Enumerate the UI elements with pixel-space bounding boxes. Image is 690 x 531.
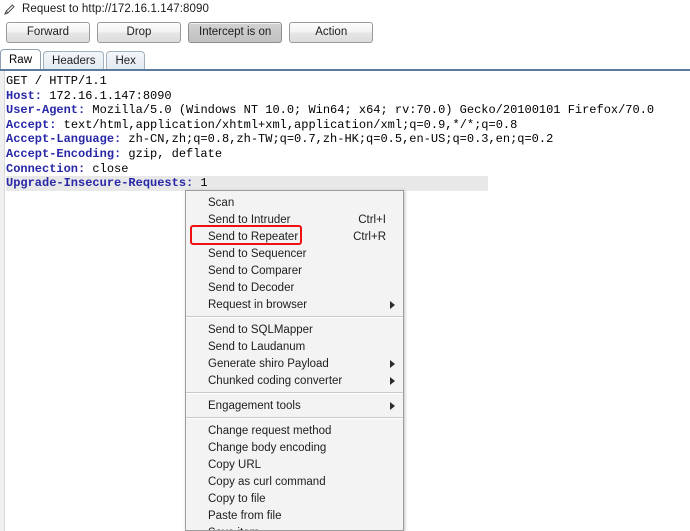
pencil-icon: [3, 3, 16, 16]
menu-item-label: Send to Decoder: [208, 281, 295, 294]
menu-item-label: Paste from file: [208, 509, 282, 522]
menu-item-label: Send to Sequencer: [208, 247, 307, 260]
request-header-line: Upgrade-Insecure-Requests: 1: [6, 176, 488, 191]
menu-item-label: Send to Comparer: [208, 264, 302, 277]
menu-item-label: Copy as curl command: [208, 475, 326, 488]
menu-item-label: Save item: [208, 527, 395, 531]
tab-raw[interactable]: Raw: [0, 49, 42, 70]
menu-item-send-to-decoder[interactable]: Send to Decoder: [186, 279, 403, 296]
request-header-line: Accept: text/html,application/xhtml+xml,…: [6, 118, 654, 133]
menu-item-generate-shiro-payload[interactable]: Generate shiro Payload: [186, 355, 403, 372]
message-view-tabs: Raw Headers Hex: [0, 48, 690, 70]
menu-item-label: Send to SQLMapper: [208, 323, 313, 336]
menu-item-label: Send to Repeater: [208, 230, 299, 243]
submenu-arrow-icon: [390, 300, 395, 309]
tab-hex[interactable]: Hex: [106, 51, 145, 70]
menu-item-send-to-comparer[interactable]: Send to Comparer: [186, 262, 403, 279]
menu-item-send-to-sequencer[interactable]: Send to Sequencer: [186, 245, 403, 262]
request-header-line: Accept-Language: zh-CN,zh;q=0.8,zh-TW;q=…: [6, 132, 654, 147]
window-title: Request to http://172.16.1.147:8090: [22, 3, 210, 15]
header-name: User-Agent:: [6, 103, 86, 118]
request-header-line: Connection: close: [6, 162, 654, 177]
menu-item-save-item[interactable]: Save item: [186, 524, 403, 531]
drop-button[interactable]: Drop: [97, 21, 181, 43]
header-name: Accept:: [6, 117, 57, 132]
header-value: Mozilla/5.0 (Windows NT 10.0; Win64; x64…: [85, 103, 655, 118]
editor-gutter: [0, 71, 5, 531]
menu-item-paste-from-file[interactable]: Paste from file: [186, 507, 403, 524]
request-header-line: Host: 172.16.1.147:8090: [6, 89, 654, 104]
menu-item-send-to-sqlmapper[interactable]: Send to SQLMapper: [186, 321, 403, 338]
header-value: zh-CN,zh;q=0.8,zh-TW;q=0.7,zh-HK;q=0.5,e…: [121, 132, 554, 147]
menu-item-request-in-browser[interactable]: Request in browser: [186, 296, 403, 313]
menu-item-chunked-coding-converter[interactable]: Chunked coding converter: [186, 372, 403, 389]
request-header-line: User-Agent: Mozilla/5.0 (Windows NT 10.0…: [6, 103, 654, 118]
menu-item-label: Send to Laudanum: [208, 340, 306, 353]
menu-item-copy-url[interactable]: Copy URL: [186, 456, 403, 473]
menu-item-scan[interactable]: Scan: [186, 194, 403, 211]
intercept-toolbar: Forward Drop Intercept is on Action: [0, 18, 690, 46]
menu-separator: [186, 316, 403, 318]
menu-item-label: Change body encoding: [208, 441, 327, 454]
context-menu[interactable]: Scan Send to Intruder Ctrl+I Send to Repeat…: [185, 190, 404, 531]
menu-item-engagement-tools[interactable]: Engagement tools: [186, 397, 403, 414]
menu-item-send-to-intruder[interactable]: Send to Intruder Ctrl+I: [186, 211, 403, 228]
intercept-toggle-button[interactable]: Intercept is on: [188, 21, 283, 43]
header-value: 172.16.1.147:8090: [42, 88, 172, 103]
action-button[interactable]: Action: [289, 21, 374, 43]
menu-item-label: Chunked coding converter: [208, 374, 343, 387]
header-value: 1: [193, 176, 208, 191]
submenu-arrow-icon: [390, 359, 395, 368]
menu-separator: [186, 392, 403, 394]
request-header-line: Accept-Encoding: gzip, deflate: [6, 147, 654, 162]
menu-item-label: Request in browser: [208, 298, 308, 311]
request-header-line: GET / HTTP/1.1: [6, 74, 107, 88]
menu-separator: [186, 417, 403, 419]
header-value: gzip, deflate: [121, 146, 223, 161]
menu-item-shortcut: Ctrl+I: [358, 213, 386, 226]
menu-item-label: Change request method: [208, 424, 332, 437]
header-name: Accept-Language:: [6, 132, 122, 147]
header-name: Upgrade-Insecure-Requests:: [6, 176, 194, 191]
submenu-arrow-icon: [390, 401, 395, 410]
menu-item-label: Generate shiro Payload: [208, 357, 329, 370]
menu-item-change-request-method[interactable]: Change request method: [186, 422, 403, 439]
menu-item-change-body-encoding[interactable]: Change body encoding: [186, 439, 403, 456]
menu-item-label: Copy URL: [208, 458, 262, 471]
header-name: Connection:: [6, 161, 86, 176]
menu-item-label: Engagement tools: [208, 399, 301, 412]
menu-item-shortcut: Ctrl+R: [353, 230, 386, 243]
header-name: Accept-Encoding:: [6, 146, 122, 161]
forward-button[interactable]: Forward: [6, 21, 90, 43]
menu-item-label: Send to Intruder: [208, 213, 291, 226]
menu-item-copy-to-file[interactable]: Copy to file: [186, 490, 403, 507]
menu-item-send-to-repeater[interactable]: Send to Repeater Ctrl+R: [186, 228, 403, 245]
menu-item-label: Scan: [208, 196, 235, 209]
tab-headers[interactable]: Headers: [43, 51, 105, 70]
window-titlebar: Request to http://172.16.1.147:8090: [0, 0, 690, 18]
header-name: Host:: [6, 88, 43, 103]
header-value: close: [85, 161, 129, 176]
menu-item-send-to-laudanum[interactable]: Send to Laudanum: [186, 338, 403, 355]
menu-item-label: Copy to file: [208, 492, 266, 505]
request-text[interactable]: GET / HTTP/1.1 Host: 172.16.1.147:8090 Use…: [6, 74, 654, 191]
submenu-arrow-icon: [390, 376, 395, 385]
header-value: text/html,application/xhtml+xml,applicat…: [56, 117, 518, 132]
menu-item-copy-as-curl-command[interactable]: Copy as curl command: [186, 473, 403, 490]
